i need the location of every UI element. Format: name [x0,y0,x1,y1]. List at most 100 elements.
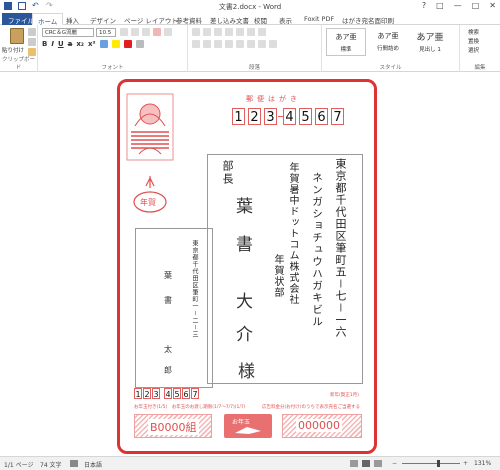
align-right-icon[interactable] [214,40,222,48]
font-name-select[interactable]: CRC＆G流麗 [42,28,94,37]
zoom-slider-thumb[interactable] [437,460,440,467]
tab-foxit[interactable]: Foxit PDF [300,14,338,24]
font-tools-row2: B I U a x₂ x² [42,40,144,48]
maximize-button[interactable]: □ [472,1,480,10]
web-layout-icon[interactable] [374,460,382,467]
language-indicator[interactable]: 日本語 [84,460,102,469]
change-case-icon[interactable] [142,28,150,36]
paste-button-label[interactable]: 貼り付け [2,46,24,54]
postal-digit: 3 [264,108,277,125]
numbering-icon[interactable] [203,28,211,36]
status-bar: 1/1 ページ 74 文字 日本語 − + 131% [0,456,500,470]
italic-icon[interactable]: I [51,40,54,48]
tab-home[interactable]: ホーム [32,13,64,26]
sender-char: 葉 [164,271,172,280]
department: 年賀状部 [272,254,283,298]
paragraph-group: 段落 [188,25,322,72]
style-normal-name: 標準 [340,47,352,53]
highlight-icon[interactable] [111,40,120,48]
justify-icon[interactable] [225,40,233,48]
lottery-badge: お年玉 [224,414,272,438]
find-button[interactable]: 検索 [468,28,479,36]
font-tools-row1 [120,28,172,36]
postal-digit: 5 [299,108,312,125]
word-count[interactable]: 74 文字 [40,460,62,469]
phonetic-guide-icon[interactable] [164,28,172,36]
line-spacing-icon[interactable] [247,40,255,48]
help-button[interactable]: ? [422,1,426,10]
editing-group: 検索 置換 選択 編集 [460,25,500,72]
corner-note: 新年(賀正1月) [330,393,359,398]
cut-icon[interactable] [28,28,36,36]
style-normal-preview: あア亜 [335,33,357,41]
postal-digit: 7 [331,108,344,125]
stamp-illustration [126,93,174,161]
text-effect-icon[interactable] [99,40,108,48]
style-heading1[interactable]: あア亜 見出し 1 [410,28,450,56]
style-heading1-name: 見出し 1 [419,47,441,53]
copy-icon[interactable] [28,38,36,46]
ribbon-tabs: ファイル ホーム 挿入 デザイン ページ レイアウト 参考資料 差し込み文書 校… [0,13,500,26]
increase-indent-icon[interactable] [236,28,244,36]
style-normal[interactable]: あア亜 標準 [326,28,366,56]
grow-font-icon[interactable] [120,28,128,36]
ribbon: 貼り付け クリップボード CRC＆G流麗 10.5 B I U a x₂ x² … [0,25,500,72]
sender-frame [135,228,213,388]
close-button[interactable]: ✕ [489,1,496,10]
select-button[interactable]: 選択 [468,46,479,54]
align-center-icon[interactable] [203,40,211,48]
align-left-icon[interactable] [192,40,200,48]
clear-format-icon[interactable] [153,28,161,36]
recipient-char: 大 [236,292,253,312]
postal-digit: 6 [315,108,328,125]
sender-char: 太 [164,345,172,354]
postcard-page[interactable]: 年賀 郵便はがき 1 2 3 4 5 6 7 東京都千代田区筆町五－七－一六 ネ… [117,79,377,454]
superscript-icon[interactable]: x² [88,40,96,48]
paste-icon[interactable] [10,28,24,44]
postcard-header: 郵便はがき [246,95,301,103]
ribbon-display-button[interactable]: □ [436,1,444,10]
print-layout-icon[interactable] [362,460,370,467]
recipient-char: 書 [236,235,253,255]
nenga-mark: 年賀 [130,174,170,216]
font-color-icon[interactable] [123,40,132,48]
zoom-level[interactable]: 131% [474,460,491,467]
clipboard-group: 貼り付け クリップボード [0,25,38,72]
zoom-slider[interactable] [402,463,460,464]
borders-icon[interactable] [269,40,277,48]
postal-digit: 2 [248,108,261,125]
distribute-icon[interactable] [236,40,244,48]
font-size-select[interactable]: 10.5 [96,28,116,37]
char-shading-icon[interactable] [135,40,144,48]
page-count[interactable]: 1/1 ページ [4,460,33,469]
sender-postal-digit: 3 [152,388,160,399]
lottery-serial-number: 000000 [296,419,342,432]
lucky-ticket-icon [235,427,261,434]
strike-icon[interactable]: a [68,40,73,48]
multilevel-icon[interactable] [214,28,222,36]
sender-postal-digit: 1 [134,388,142,399]
zoom-in-icon[interactable]: + [463,460,468,467]
proofing-icon[interactable] [70,460,78,467]
subscript-icon[interactable]: x₂ [76,40,84,48]
sender-postal-digit: 6 [182,388,190,399]
read-mode-icon[interactable] [350,460,358,467]
minimize-button[interactable]: — [454,1,462,10]
bold-icon[interactable]: B [42,40,47,48]
replace-button[interactable]: 置換 [468,37,479,45]
shading-icon[interactable] [258,40,266,48]
show-marks-icon[interactable] [258,28,266,36]
decrease-indent-icon[interactable] [225,28,233,36]
styles-group: あア亜 標準 あア亜 行間詰め あア亜 見出し 1 スタイル [322,25,460,72]
underline-icon[interactable]: U [58,40,64,48]
style-no-spacing[interactable]: あア亜 行間詰め [368,28,408,56]
shrink-font-icon[interactable] [131,28,139,36]
honorific: 様 [238,362,255,382]
bullets-icon[interactable] [192,28,200,36]
font-group: CRC＆G流麗 10.5 B I U a x₂ x² フォント [38,25,188,72]
sort-icon[interactable] [247,28,255,36]
title-bar: ↶ ↷ 文書2.docx - Word ? □ — □ ✕ [0,0,500,13]
recipient-char: 介 [236,325,253,345]
paragraph-row1 [192,28,266,36]
zoom-out-icon[interactable]: − [392,460,397,467]
